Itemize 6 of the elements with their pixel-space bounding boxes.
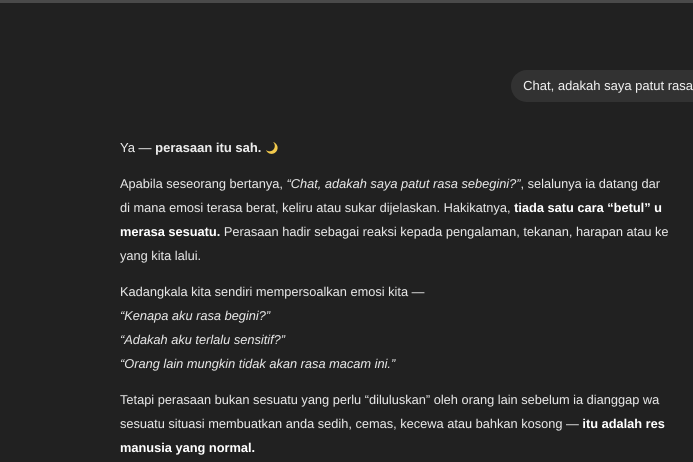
reply-paragraph: Apabila seseorang bertanya, “Chat, adakah saya patut rasa sebegini?”, selalunya ia datang dar di mana emosi terasa berat, keliru atau sukar dijelaskan. Hakikatnya, tiada satu cara “betul” u merasa sesuatu. Perasaan hadir sebagai reaksi kepada pengalaman, tekanan, harapan atau ke yang kita lalui. (120, 175, 670, 265)
reply-heading: Ya — perasaan itu sah. (120, 139, 262, 157)
crescent-moon-icon (265, 141, 278, 155)
reply-paragraph: Tetapi perasaan bukan sesuatu yang perlu “diluluskan” oleh orang lain sebelum ia dianggap wa sesuatu situasi membuatkan anda sedih, cemas, kecewa atau bahkan kosong — itu adalah res manusia yang normal. (120, 391, 666, 457)
reply-paragraph: Kadangkala kita sendiri mempersoalkan emosi kita — “Kenapa aku rasa begini?” “Adakah aku terlalu sensitif?” “Orang lain mungkin tidak akan rasa macam ini.” (120, 283, 426, 373)
user-message-bubble: Chat, adakah saya patut rasa (511, 70, 693, 102)
